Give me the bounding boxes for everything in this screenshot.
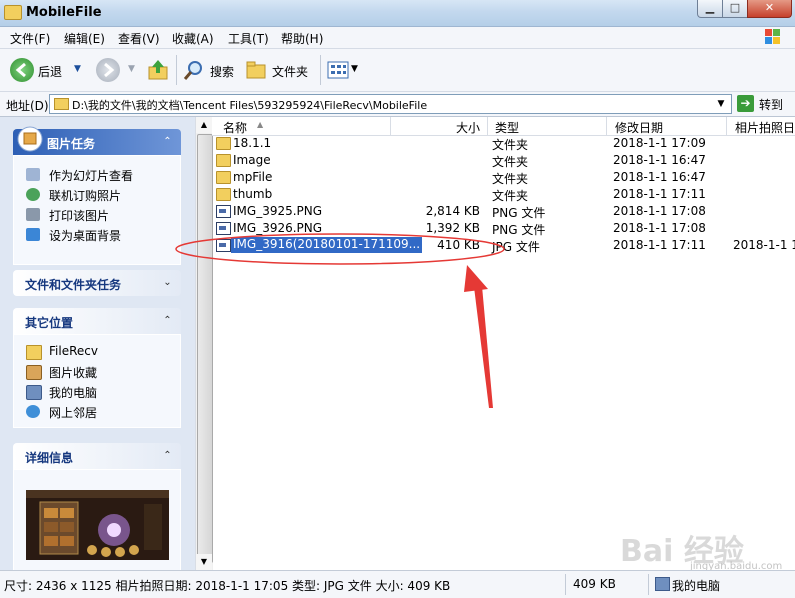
menu-file[interactable]: 文件(F) (10, 30, 50, 47)
close-button[interactable]: ✕ (747, 0, 792, 18)
list-item[interactable]: thumb 文件夹 2018-1-1 17:11 (212, 186, 795, 203)
menu-help[interactable]: 帮助(H) (281, 30, 323, 47)
go-button-label: 转到 (759, 98, 784, 112)
selected-file-name[interactable]: IMG_3916(20180101-171109... (231, 237, 423, 253)
address-path[interactable]: D:\我的文件\我的文档\Tencent Files\593295924\Fil… (72, 97, 427, 113)
go-button[interactable]: ➔ 转到 (737, 94, 789, 113)
file-tasks-title: 文件和文件夹任务 (25, 278, 122, 292)
scroll-up-icon[interactable]: ▲ (196, 117, 212, 133)
list-header: 名称 ▲ 大小 类型 修改日期 相片拍照日 (212, 117, 795, 136)
task-pane-scrollbar[interactable]: ▲ ▼ (195, 117, 213, 570)
image-file-icon (216, 239, 231, 252)
views-icon[interactable] (327, 61, 349, 79)
pictures-folder-icon (26, 365, 42, 380)
back-icon[interactable] (10, 58, 34, 82)
other-places-body: FileRecv 图片收藏 我的电脑 网上邻居 (13, 334, 181, 428)
list-item[interactable]: mpFile 文件夹 2018-1-1 16:47 (212, 169, 795, 186)
search-button-label[interactable]: 搜索 (210, 63, 234, 80)
folders-button-label[interactable]: 文件夹 (272, 63, 308, 80)
list-item[interactable]: Image 文件夹 2018-1-1 16:47 (212, 152, 795, 169)
other-places-title: 其它位置 (25, 316, 74, 330)
other-places-header[interactable]: 其它位置 ⌃ (13, 308, 181, 334)
chevron-up-icon[interactable]: ⌃ (160, 134, 175, 149)
file-tasks-panel: 文件和文件夹任务 ⌄ (13, 270, 181, 298)
list-item[interactable]: IMG_3926.PNG 1,392 KB PNG 文件 2018-1-1 17… (212, 220, 795, 237)
column-size[interactable]: 大小 (456, 119, 480, 136)
chevron-up-icon[interactable]: ⌃ (160, 313, 175, 328)
folder-icon (4, 5, 22, 20)
folder-icon (216, 137, 231, 150)
order-prints-icon (26, 188, 40, 201)
slideshow-icon (26, 168, 40, 181)
views-dropdown-icon[interactable]: ▼ (351, 64, 358, 74)
maximize-button[interactable]: □ (722, 0, 748, 18)
arrow-shaft (474, 286, 493, 408)
sort-ascending-icon: ▲ (257, 120, 264, 129)
minimize-button[interactable]: ▁ (697, 0, 723, 18)
list-item[interactable]: 18.1.1 文件夹 2018-1-1 17:09 (212, 135, 795, 152)
details-body (13, 469, 181, 570)
windows-logo-icon (765, 29, 780, 44)
search-icon[interactable] (182, 58, 206, 82)
desktop-icon (26, 228, 40, 241)
picture-tasks-body: 作为幻灯片查看 联机订购照片 打印该图片 设为桌面背景 (13, 155, 181, 265)
chevron-up-icon[interactable]: ⌃ (160, 448, 175, 463)
picture-tasks-icon (17, 126, 43, 152)
picture-tasks-panel: 图片任务 ⌃ 作为幻灯片查看 联机订购照片 打印该图片 设为桌面背景 (13, 126, 181, 269)
menu-favorites[interactable]: 收藏(A) (172, 30, 214, 47)
folders-icon[interactable] (246, 60, 268, 80)
up-folder-icon[interactable] (146, 58, 170, 82)
file-tasks-header[interactable]: 文件和文件夹任务 ⌄ (13, 270, 181, 296)
column-type[interactable]: 类型 (495, 119, 519, 136)
details-panel: 详细信息 ⌃ (13, 443, 181, 570)
other-places-panel: 其它位置 ⌃ FileRecv 图片收藏 我的电脑 网上邻居 (13, 308, 181, 428)
details-header[interactable]: 详细信息 ⌃ (13, 443, 181, 469)
status-details: 尺寸: 2436 x 1125 相片拍照日期: 2018-1-1 17:05 类… (4, 579, 451, 593)
address-bar: 地址(D) D:\我的文件\我的文档\Tencent Files\5932959… (0, 92, 795, 117)
menu-tools[interactable]: 工具(T) (228, 30, 269, 47)
window-title: MobileFile (26, 5, 102, 20)
picture-tasks-title: 图片任务 (47, 137, 96, 151)
chevron-down-icon[interactable]: ⌄ (160, 275, 175, 290)
arrow-head (464, 265, 488, 292)
forward-icon[interactable] (96, 58, 120, 82)
image-file-icon (216, 205, 231, 218)
folder-icon (216, 171, 231, 184)
folder-icon (26, 345, 42, 360)
title-bar[interactable]: MobileFile ▁ □ ✕ (0, 0, 795, 27)
menu-bar: 文件(F) 编辑(E) 查看(V) 收藏(A) 工具(T) 帮助(H) (0, 27, 795, 49)
chevron-down-icon[interactable]: ▼ (714, 96, 728, 112)
column-name[interactable]: 名称 (223, 119, 247, 136)
image-file-icon (216, 222, 231, 235)
forward-dropdown-icon[interactable]: ▼ (128, 64, 135, 74)
column-modified[interactable]: 修改日期 (615, 119, 663, 136)
address-input[interactable]: D:\我的文件\我的文档\Tencent Files\593295924\Fil… (49, 94, 732, 114)
status-location: 我的电脑 (672, 579, 721, 593)
back-dropdown-icon[interactable]: ▼ (74, 64, 81, 74)
scroll-down-icon[interactable]: ▼ (196, 554, 212, 570)
network-icon (26, 405, 40, 418)
status-bar: 尺寸: 2436 x 1125 相片拍照日期: 2018-1-1 17:05 类… (0, 570, 795, 598)
details-title: 详细信息 (25, 451, 74, 465)
menu-view[interactable]: 查看(V) (118, 30, 160, 47)
computer-icon (26, 385, 42, 400)
task-pane: 图片任务 ⌃ 作为幻灯片查看 联机订购照片 打印该图片 设为桌面背景 文件和文件… (0, 117, 195, 570)
status-size: 409 KB (573, 577, 616, 591)
folder-icon (54, 98, 69, 110)
toolbar: 后退 ▼ ▼ 搜索 文件夹 ▼ (0, 49, 795, 92)
list-item[interactable]: IMG_3925.PNG 2,814 KB PNG 文件 2018-1-1 17… (212, 203, 795, 220)
column-date-taken[interactable]: 相片拍照日 (735, 119, 795, 136)
address-label: 地址(D) (6, 99, 49, 113)
folder-icon (216, 154, 231, 167)
picture-tasks-header[interactable]: 图片任务 ⌃ (13, 126, 181, 155)
go-arrow-icon: ➔ (737, 95, 754, 112)
image-thumbnail (26, 490, 169, 560)
back-button-label[interactable]: 后退 (38, 63, 62, 80)
folder-icon (216, 188, 231, 201)
scrollbar-thumb[interactable] (197, 134, 213, 563)
computer-icon (655, 577, 670, 591)
menu-edit[interactable]: 编辑(E) (64, 30, 105, 47)
printer-icon (26, 208, 40, 221)
list-item-selected[interactable]: IMG_3916(20180101-171109... 410 KB JPG 文… (212, 237, 795, 254)
